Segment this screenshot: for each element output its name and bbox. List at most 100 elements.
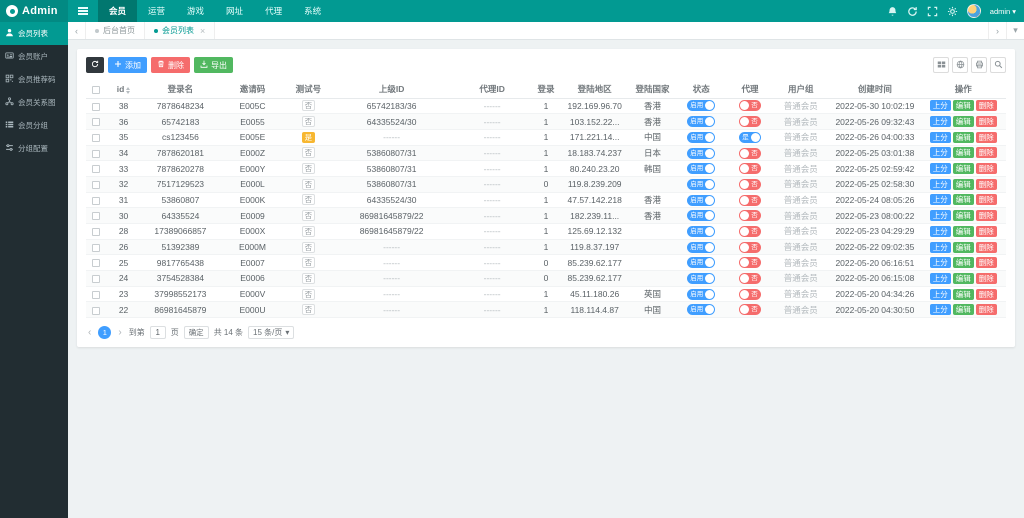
tab-close-icon[interactable]: × <box>200 26 205 36</box>
row-checkbox[interactable] <box>92 275 101 284</box>
row-checkbox[interactable] <box>92 102 101 111</box>
goto-page-input[interactable] <box>149 326 166 340</box>
agent-toggle[interactable]: 否 <box>739 147 761 159</box>
status-toggle[interactable]: 启用 <box>687 116 716 128</box>
row-edit-button[interactable]: 编辑 <box>952 272 974 284</box>
row-delete-button[interactable]: 删除 <box>975 178 997 190</box>
row-delete-button[interactable]: 删除 <box>975 194 997 206</box>
row-add-score-button[interactable]: 上分 <box>929 288 951 300</box>
agent-toggle[interactable]: 否 <box>739 163 761 175</box>
row-delete-button[interactable]: 删除 <box>975 288 997 300</box>
row-add-score-button[interactable]: 上分 <box>929 194 951 206</box>
status-toggle[interactable]: 启用 <box>687 100 716 112</box>
columns-button[interactable] <box>933 57 949 73</box>
row-checkbox[interactable] <box>92 181 101 190</box>
row-checkbox[interactable] <box>92 196 101 205</box>
row-delete-button[interactable]: 删除 <box>975 116 997 128</box>
menu-toggle-icon[interactable] <box>68 0 98 22</box>
row-edit-button[interactable]: 编辑 <box>952 304 974 316</box>
status-toggle[interactable]: 启用 <box>687 288 716 300</box>
row-checkbox[interactable] <box>92 306 101 315</box>
row-add-score-button[interactable]: 上分 <box>929 210 951 222</box>
agent-toggle[interactable]: 否 <box>739 210 761 222</box>
row-edit-button[interactable]: 编辑 <box>952 100 974 112</box>
tab-0[interactable]: 后台首页 <box>86 22 145 39</box>
goto-confirm-button[interactable]: 确定 <box>183 326 209 340</box>
row-edit-button[interactable]: 编辑 <box>952 116 974 128</box>
row-delete-button[interactable]: 删除 <box>975 131 997 143</box>
row-checkbox[interactable] <box>92 290 101 299</box>
bell-icon[interactable] <box>887 6 898 17</box>
agent-toggle[interactable]: 否 <box>739 225 761 237</box>
agent-toggle[interactable]: 否 <box>739 273 761 285</box>
column-header-0[interactable]: id <box>106 81 141 99</box>
avatar[interactable] <box>966 4 981 18</box>
sidebar-item-5[interactable]: 分组配置 <box>0 137 68 160</box>
per-page-select[interactable]: 15 条/页 ▾ <box>248 326 295 340</box>
agent-toggle[interactable]: 否 <box>739 304 761 316</box>
row-add-score-button[interactable]: 上分 <box>929 100 951 112</box>
top-nav-item-3[interactable]: 网址 <box>215 0 254 22</box>
refresh-icon[interactable] <box>907 6 918 17</box>
add-button[interactable]: 添加 <box>108 57 147 73</box>
row-edit-button[interactable]: 编辑 <box>952 194 974 206</box>
export-button[interactable]: 导出 <box>194 57 233 73</box>
print-button[interactable] <box>971 57 987 73</box>
row-delete-button[interactable]: 删除 <box>975 225 997 237</box>
sidebar-item-3[interactable]: 会员关系图 <box>0 91 68 114</box>
row-edit-button[interactable]: 编辑 <box>952 163 974 175</box>
agent-toggle[interactable]: 否 <box>739 100 761 112</box>
row-edit-button[interactable]: 编辑 <box>952 131 974 143</box>
status-toggle[interactable]: 启用 <box>687 273 716 285</box>
agent-toggle[interactable]: 否 <box>739 257 761 269</box>
row-edit-button[interactable]: 编辑 <box>952 288 974 300</box>
tab-1[interactable]: 会员列表 × <box>145 22 216 39</box>
sidebar-item-1[interactable]: 会员账户 <box>0 45 68 68</box>
row-checkbox[interactable] <box>92 228 101 237</box>
row-checkbox[interactable] <box>92 243 101 252</box>
agent-toggle[interactable]: 否 <box>739 116 761 128</box>
row-add-score-button[interactable]: 上分 <box>929 131 951 143</box>
row-edit-button[interactable]: 编辑 <box>952 225 974 237</box>
tabs-dropdown-icon[interactable]: ▾ <box>1006 22 1024 39</box>
row-add-score-button[interactable]: 上分 <box>929 147 951 159</box>
row-delete-button[interactable]: 删除 <box>975 257 997 269</box>
gear-icon[interactable] <box>947 6 958 17</box>
row-checkbox[interactable] <box>92 133 101 142</box>
fullscreen-icon[interactable] <box>927 6 938 17</box>
row-add-score-button[interactable]: 上分 <box>929 272 951 284</box>
prev-page-icon[interactable]: ‹ <box>86 327 93 338</box>
row-add-score-button[interactable]: 上分 <box>929 116 951 128</box>
globe-button[interactable] <box>952 57 968 73</box>
row-edit-button[interactable]: 编辑 <box>952 241 974 253</box>
row-edit-button[interactable]: 编辑 <box>952 178 974 190</box>
agent-toggle[interactable]: 否 <box>739 288 761 300</box>
row-edit-button[interactable]: 编辑 <box>952 210 974 222</box>
row-checkbox[interactable] <box>92 212 101 221</box>
status-toggle[interactable]: 启用 <box>687 241 716 253</box>
row-add-score-button[interactable]: 上分 <box>929 225 951 237</box>
delete-button[interactable]: 删除 <box>151 57 190 73</box>
status-toggle[interactable]: 启用 <box>687 147 716 159</box>
row-delete-button[interactable]: 删除 <box>975 241 997 253</box>
agent-toggle[interactable]: 是 <box>739 131 761 143</box>
tabs-scroll-left-icon[interactable]: ‹ <box>68 22 86 39</box>
row-add-score-button[interactable]: 上分 <box>929 304 951 316</box>
row-checkbox[interactable] <box>92 165 101 174</box>
status-toggle[interactable]: 启用 <box>687 257 716 269</box>
status-toggle[interactable]: 启用 <box>687 210 716 222</box>
top-nav-item-2[interactable]: 游戏 <box>176 0 215 22</box>
row-delete-button[interactable]: 删除 <box>975 147 997 159</box>
tabs-scroll-right-icon[interactable]: › <box>988 22 1006 39</box>
row-add-score-button[interactable]: 上分 <box>929 178 951 190</box>
top-nav-item-5[interactable]: 系统 <box>293 0 332 22</box>
select-all-checkbox[interactable] <box>92 86 101 94</box>
refresh-button[interactable] <box>86 57 104 73</box>
top-nav-item-4[interactable]: 代理 <box>254 0 293 22</box>
sidebar-item-0[interactable]: 会员列表 <box>0 22 68 45</box>
row-checkbox[interactable] <box>92 149 101 158</box>
row-checkbox[interactable] <box>92 118 101 127</box>
sidebar-item-2[interactable]: 会员推荐码 <box>0 68 68 91</box>
row-edit-button[interactable]: 编辑 <box>952 257 974 269</box>
agent-toggle[interactable]: 否 <box>739 241 761 253</box>
